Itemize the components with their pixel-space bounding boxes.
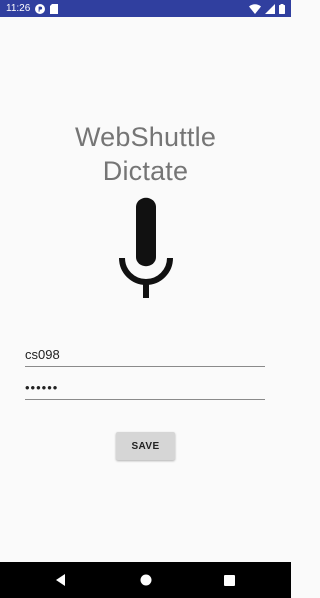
battery-icon [279, 3, 285, 14]
app-title-line1: WebShuttle [74, 122, 217, 152]
wifi-icon [249, 3, 261, 14]
microphone-icon[interactable] [116, 196, 176, 300]
app-title: WebShuttle Dictate [0, 120, 291, 188]
status-left: 11:26 [0, 3, 59, 14]
navigation-bar [0, 562, 291, 598]
back-icon[interactable] [41, 562, 81, 598]
status-time: 11:26 [6, 3, 31, 14]
notification-p-icon [35, 3, 46, 14]
status-right [249, 3, 291, 14]
app-title-line2: Dictate [102, 156, 189, 186]
home-icon[interactable] [126, 562, 166, 598]
recents-icon[interactable] [209, 562, 249, 598]
app-screen: 11:26 WebShuttle Dictate cs098 •••••• SA… [0, 0, 291, 598]
save-button[interactable]: SAVE [116, 432, 175, 460]
signal-icon [265, 3, 275, 14]
username-field[interactable] [25, 345, 265, 367]
status-bar: 11:26 [0, 0, 291, 17]
sd-card-icon [50, 3, 59, 14]
password-field[interactable] [25, 378, 265, 400]
